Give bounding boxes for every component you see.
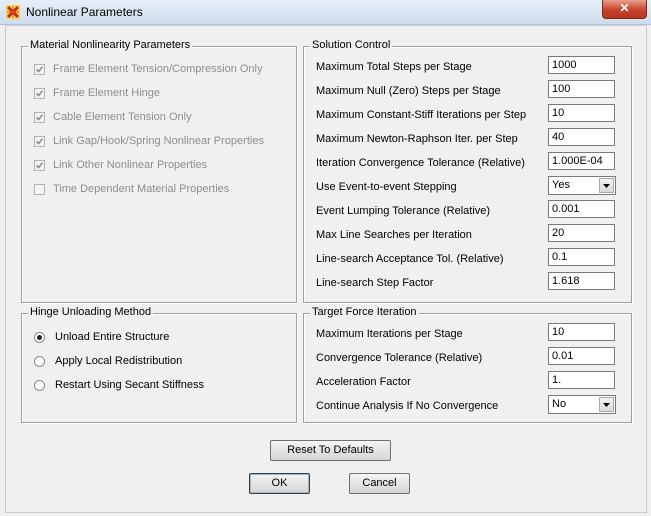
radio-label: Restart Using Secant Stiffness <box>55 379 204 391</box>
radio-circle[interactable] <box>34 355 45 367</box>
radio-restart-secant-stiffness[interactable]: Restart Using Secant Stiffness <box>34 377 204 393</box>
material-nonlinearity-group: Material Nonlinearity Parameters Frame E… <box>21 39 297 303</box>
continue-analysis-select[interactable]: No <box>548 395 616 414</box>
solution-control-group: Solution Control Maximum Total Steps per… <box>303 39 632 303</box>
max-iterations-per-stage-label: Maximum Iterations per Stage <box>316 328 463 340</box>
title-bar: Nonlinear Parameters ✕ <box>0 0 651 25</box>
line-search-step-factor-label: Line-search Step Factor <box>316 277 434 289</box>
cancel-button[interactable]: Cancel <box>349 473 410 494</box>
close-button[interactable]: ✕ <box>602 0 647 19</box>
checkbox-link-other-nonlinear[interactable]: Link Other Nonlinear Properties <box>34 157 207 173</box>
checkbox-label: Cable Element Tension Only <box>53 111 192 123</box>
checkbox-box[interactable] <box>34 135 45 147</box>
max-newton-raphson-label: Maximum Newton-Raphson Iter. per Step <box>316 133 518 145</box>
line-search-acceptance-label: Line-search Acceptance Tol. (Relative) <box>316 253 504 265</box>
radio-label: Apply Local Redistribution <box>55 355 183 367</box>
event-lumping-tol-label: Event Lumping Tolerance (Relative) <box>316 205 491 217</box>
acceleration-factor-label: Acceleration Factor <box>316 376 411 388</box>
checkmark-icon <box>35 161 44 169</box>
continue-analysis-value: No <box>552 398 567 410</box>
max-null-steps-input[interactable] <box>548 80 615 98</box>
line-search-step-factor-input[interactable] <box>548 272 615 290</box>
event-to-event-label: Use Event-to-event Stepping <box>316 181 457 193</box>
iteration-convergence-tol-input[interactable] <box>548 152 615 170</box>
continue-analysis-label: Continue Analysis If No Convergence <box>316 400 499 412</box>
solution-group-title: Solution Control <box>310 39 393 51</box>
event-lumping-tol-input[interactable] <box>548 200 615 218</box>
checkbox-box[interactable] <box>34 183 45 195</box>
radio-circle[interactable] <box>34 331 45 343</box>
checkbox-box[interactable] <box>34 63 45 75</box>
radio-selected-dot <box>37 334 42 340</box>
max-line-searches-label: Max Line Searches per Iteration <box>316 229 472 241</box>
radio-circle[interactable] <box>34 379 45 391</box>
checkbox-label: Frame Element Hinge <box>53 87 160 99</box>
ok-button[interactable]: OK <box>249 473 310 494</box>
hinge-group-title: Hinge Unloading Method <box>28 306 154 318</box>
checkbox-frame-element-hinge[interactable]: Frame Element Hinge <box>34 85 160 101</box>
close-icon: ✕ <box>619 1 630 15</box>
reset-to-defaults-button[interactable]: Reset To Defaults <box>270 440 391 461</box>
dropdown-button[interactable] <box>599 178 614 193</box>
checkbox-label: Link Other Nonlinear Properties <box>53 159 208 171</box>
line-search-acceptance-input[interactable] <box>548 248 615 266</box>
window-title: Nonlinear Parameters <box>26 5 143 19</box>
checkmark-icon <box>35 65 44 73</box>
max-total-steps-input[interactable] <box>548 56 615 74</box>
acceleration-factor-input[interactable] <box>548 371 615 389</box>
checkbox-box[interactable] <box>34 111 45 123</box>
max-null-steps-label: Maximum Null (Zero) Steps per Stage <box>316 85 501 97</box>
checkbox-box[interactable] <box>34 87 45 99</box>
radio-unload-entire-structure[interactable]: Unload Entire Structure <box>34 329 169 345</box>
max-newton-raphson-input[interactable] <box>548 128 615 146</box>
checkbox-cable-tension-only[interactable]: Cable Element Tension Only <box>34 109 192 125</box>
checkbox-link-gap-hook-spring[interactable]: Link Gap/Hook/Spring Nonlinear Propertie… <box>34 133 264 149</box>
checkbox-label: Frame Element Tension/Compression Only <box>53 63 263 75</box>
max-constant-stiff-input[interactable] <box>548 104 615 122</box>
convergence-tolerance-input[interactable] <box>548 347 615 365</box>
max-total-steps-label: Maximum Total Steps per Stage <box>316 61 472 73</box>
checkmark-icon <box>35 113 44 121</box>
checkbox-time-dependent-material[interactable]: Time Dependent Material Properties <box>34 181 229 197</box>
radio-label: Unload Entire Structure <box>55 331 170 343</box>
max-iterations-per-stage-input[interactable] <box>548 323 615 341</box>
target-force-iteration-group: Target Force Iteration Maximum Iteration… <box>303 306 632 423</box>
material-group-title: Material Nonlinearity Parameters <box>28 39 193 51</box>
checkmark-icon <box>35 137 44 145</box>
event-to-event-value: Yes <box>552 179 570 191</box>
convergence-tolerance-label: Convergence Tolerance (Relative) <box>316 352 483 364</box>
dialog-body: Material Nonlinearity Parameters Frame E… <box>5 25 647 513</box>
iteration-convergence-tol-label: Iteration Convergence Tolerance (Relativ… <box>316 157 525 169</box>
max-constant-stiff-label: Maximum Constant-Stiff Iterations per St… <box>316 109 527 121</box>
max-line-searches-input[interactable] <box>548 224 615 242</box>
chevron-down-icon <box>603 184 610 188</box>
dropdown-button[interactable] <box>599 397 614 412</box>
checkmark-icon <box>35 89 44 97</box>
app-icon <box>6 5 20 19</box>
checkbox-label: Time Dependent Material Properties <box>53 183 230 195</box>
event-to-event-select[interactable]: Yes <box>548 176 616 195</box>
checkbox-label: Link Gap/Hook/Spring Nonlinear Propertie… <box>53 135 264 147</box>
chevron-down-icon <box>603 403 610 407</box>
checkbox-box[interactable] <box>34 159 45 171</box>
checkbox-frame-tension-compression[interactable]: Frame Element Tension/Compression Only <box>34 61 263 77</box>
hinge-unloading-group: Hinge Unloading Method Unload Entire Str… <box>21 306 297 423</box>
radio-apply-local-redistribution[interactable]: Apply Local Redistribution <box>34 353 182 369</box>
target-group-title: Target Force Iteration <box>310 306 419 318</box>
